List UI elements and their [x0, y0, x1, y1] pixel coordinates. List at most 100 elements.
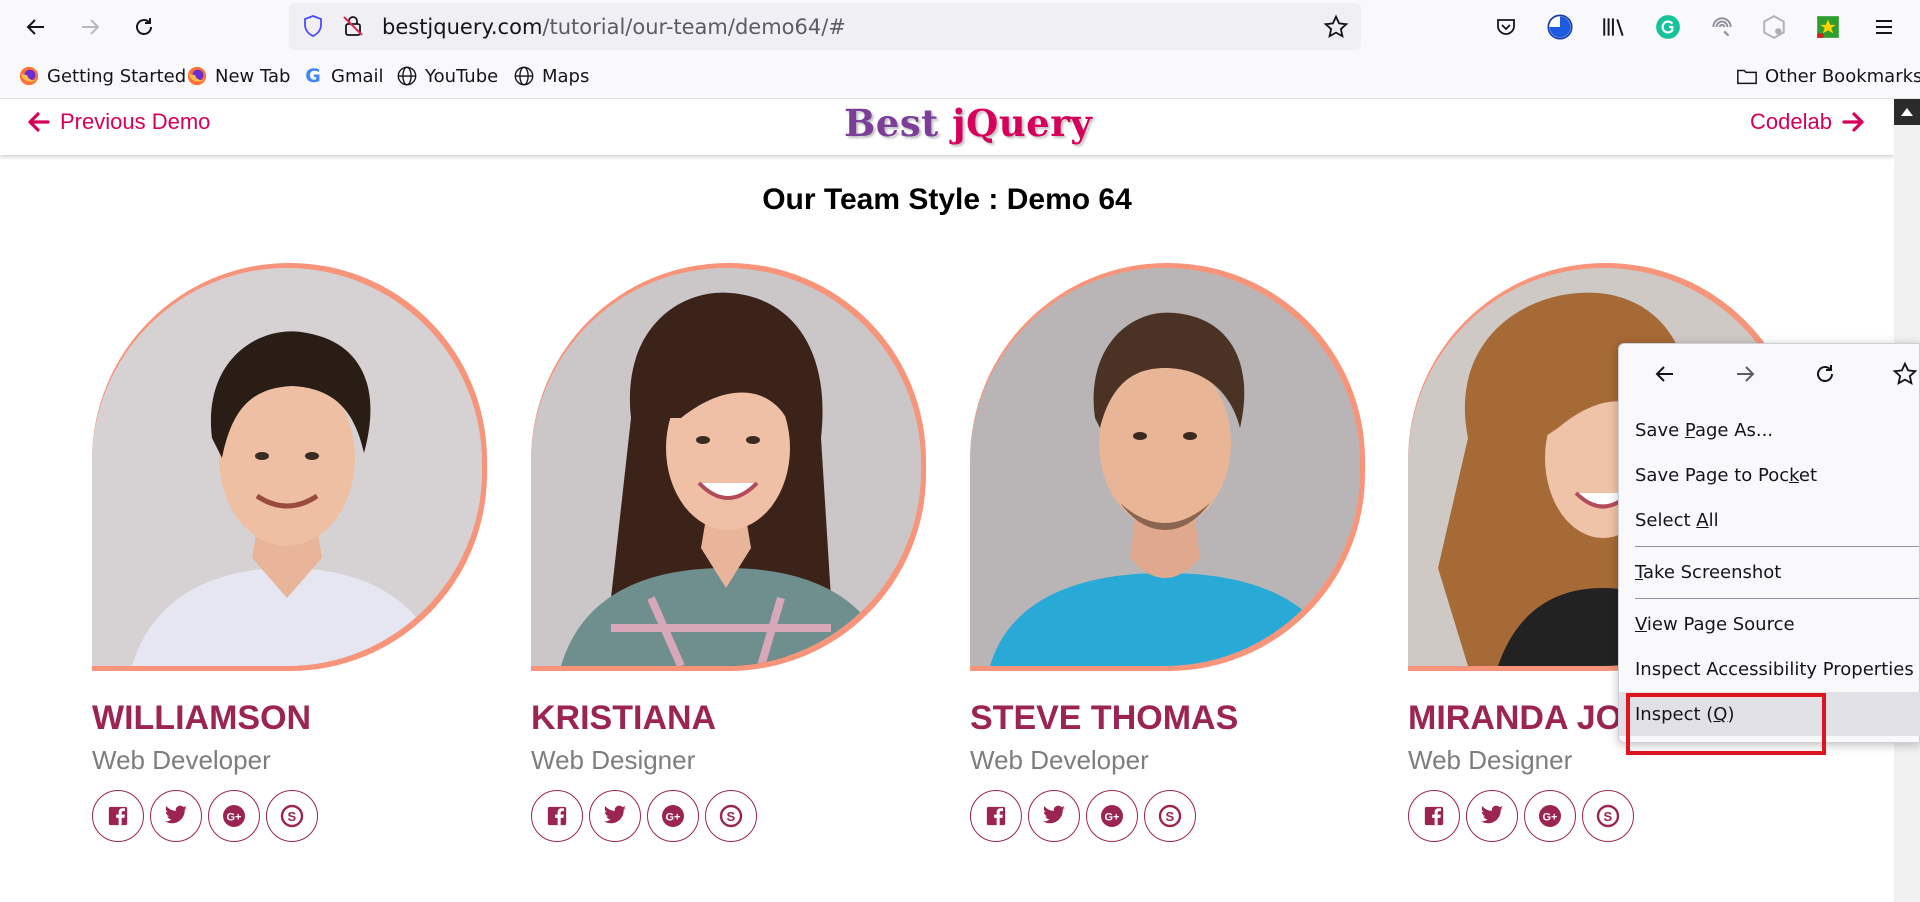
extension-icon[interactable]: [1706, 11, 1738, 43]
firefox-icon: [186, 65, 208, 87]
skype-link[interactable]: S: [1582, 790, 1634, 842]
google-plus-link[interactable]: G+: [1524, 790, 1576, 842]
twitter-link[interactable]: [589, 790, 641, 842]
insecure-lock-icon[interactable]: [341, 14, 365, 43]
menu-item-save-to-pocket[interactable]: Save Page to Pocket: [1635, 465, 1817, 486]
bookmark-star-icon[interactable]: [1323, 14, 1349, 45]
arrow-right-icon: [1842, 112, 1864, 132]
member-photo: [531, 268, 921, 666]
skype-icon: S: [1596, 804, 1620, 828]
bookmark-new-tab[interactable]: New Tab: [186, 63, 290, 89]
menu-item-inspect-accessibility[interactable]: Inspect Accessibility Properties: [1635, 659, 1914, 680]
skype-link[interactable]: S: [705, 790, 757, 842]
member-name: WILLIAMSON: [92, 699, 312, 737]
url-text[interactable]: bestjquery.com/tutorial/our-team/demo64/…: [382, 15, 846, 39]
logo-word-jquery: jQuery: [952, 101, 1093, 145]
social-links: G+ S: [970, 790, 1196, 842]
shield-icon[interactable]: [301, 14, 325, 43]
context-forward-button[interactable]: [1729, 358, 1761, 390]
previous-demo-label: Previous Demo: [60, 109, 211, 134]
globe-icon: [513, 65, 535, 87]
svg-text:G+: G+: [666, 812, 681, 824]
skype-link[interactable]: S: [266, 790, 318, 842]
site-logo[interactable]: Best jQuery: [844, 101, 1092, 145]
previous-demo-link[interactable]: Previous Demo: [26, 109, 210, 135]
twitter-link[interactable]: [1028, 790, 1080, 842]
bookmarks-bar: Getting Started New Tab G Gmail YouTube …: [0, 54, 1920, 99]
member-role: Web Developer: [92, 745, 271, 775]
bookmark-gmail[interactable]: G Gmail: [302, 63, 383, 89]
caret-up-icon: [1901, 108, 1913, 116]
hamburger-menu-icon[interactable]: [1868, 11, 1900, 43]
forward-arrow-icon: [82, 19, 100, 35]
codelab-link[interactable]: Codelab: [1750, 109, 1866, 135]
bookmark-star-icon: [1892, 361, 1918, 386]
google-plus-link[interactable]: G+: [647, 790, 699, 842]
twitter-link[interactable]: [1466, 790, 1518, 842]
library-icon[interactable]: [1598, 11, 1630, 43]
colorful-extension-icon[interactable]: [1812, 11, 1844, 43]
facebook-icon: [547, 806, 567, 826]
social-links: G+ S: [531, 790, 757, 842]
svg-text:G+: G+: [1105, 812, 1120, 824]
member-photo: [92, 268, 482, 666]
facebook-link[interactable]: [970, 790, 1022, 842]
menu-accesskey: T: [1635, 562, 1644, 583]
timer-extension-icon[interactable]: [1544, 11, 1576, 43]
context-reload-button[interactable]: [1809, 358, 1841, 390]
hexagon-extension-icon[interactable]: [1758, 11, 1790, 43]
bookmark-getting-started[interactable]: Getting Started: [18, 63, 186, 89]
forward-button[interactable]: [74, 11, 106, 43]
bookmark-label: Getting Started: [47, 65, 187, 87]
google-plus-link[interactable]: G+: [208, 790, 260, 842]
other-bookmarks-label: Other Bookmarks: [1765, 65, 1920, 87]
browser-toolbar: bestjquery.com/tutorial/our-team/demo64/…: [0, 0, 1920, 54]
twitter-link[interactable]: [150, 790, 202, 842]
context-bookmark-button[interactable]: [1889, 358, 1920, 390]
google-icon: G: [305, 65, 321, 87]
svg-text:G+: G+: [227, 812, 242, 824]
twitter-icon: [604, 805, 626, 824]
menu-text: ll: [1708, 510, 1719, 531]
member-role: Web Designer: [1408, 745, 1573, 775]
twitter-icon: [1481, 805, 1503, 824]
arrow-left-icon: [28, 112, 50, 132]
svg-text:S: S: [727, 809, 736, 824]
url-host: bestjquery.com: [382, 15, 543, 39]
member-name: STEVE THOMAS: [970, 699, 1239, 737]
skype-icon: S: [719, 804, 743, 828]
facebook-link[interactable]: [92, 790, 144, 842]
facebook-icon: [1424, 806, 1444, 826]
grammarly-icon[interactable]: [1652, 11, 1684, 43]
menu-text: iew Page Source: [1646, 614, 1795, 635]
back-button[interactable]: [20, 11, 52, 43]
url-bar[interactable]: bestjquery.com/tutorial/our-team/demo64/…: [289, 3, 1361, 50]
scroll-up-button[interactable]: [1894, 99, 1920, 125]
menu-item-take-screenshot[interactable]: Take Screenshot: [1635, 562, 1781, 583]
other-bookmarks[interactable]: Other Bookmarks: [1736, 63, 1920, 89]
page-content: Previous Demo Best jQuery Codelab Our Te…: [0, 99, 1894, 902]
reload-button[interactable]: [128, 11, 160, 43]
facebook-link[interactable]: [1408, 790, 1460, 842]
member-name: KRISTIANA: [531, 699, 717, 737]
annotation-highlight-box: [1626, 693, 1826, 755]
facebook-link[interactable]: [531, 790, 583, 842]
menu-item-save-page-as[interactable]: Save Page As...: [1635, 420, 1773, 441]
context-back-button[interactable]: [1649, 358, 1681, 390]
menu-item-view-page-source[interactable]: View Page Source: [1635, 614, 1795, 635]
twitter-icon: [165, 805, 187, 824]
google-plus-icon: G+: [1539, 805, 1561, 827]
google-plus-link[interactable]: G+: [1086, 790, 1138, 842]
skype-link[interactable]: S: [1144, 790, 1196, 842]
member-photo-frame: [92, 263, 487, 671]
bookmark-youtube[interactable]: YouTube: [396, 63, 498, 89]
svg-text:G+: G+: [1543, 812, 1558, 824]
pocket-icon[interactable]: [1490, 11, 1522, 43]
context-menu-nav: [1619, 344, 1919, 404]
member-photo-frame: [531, 263, 926, 671]
firefox-icon: [18, 65, 40, 87]
menu-item-select-all[interactable]: Select All: [1635, 510, 1719, 531]
skype-icon: S: [280, 804, 304, 828]
twitter-icon: [1043, 805, 1065, 824]
bookmark-maps[interactable]: Maps: [513, 63, 589, 89]
